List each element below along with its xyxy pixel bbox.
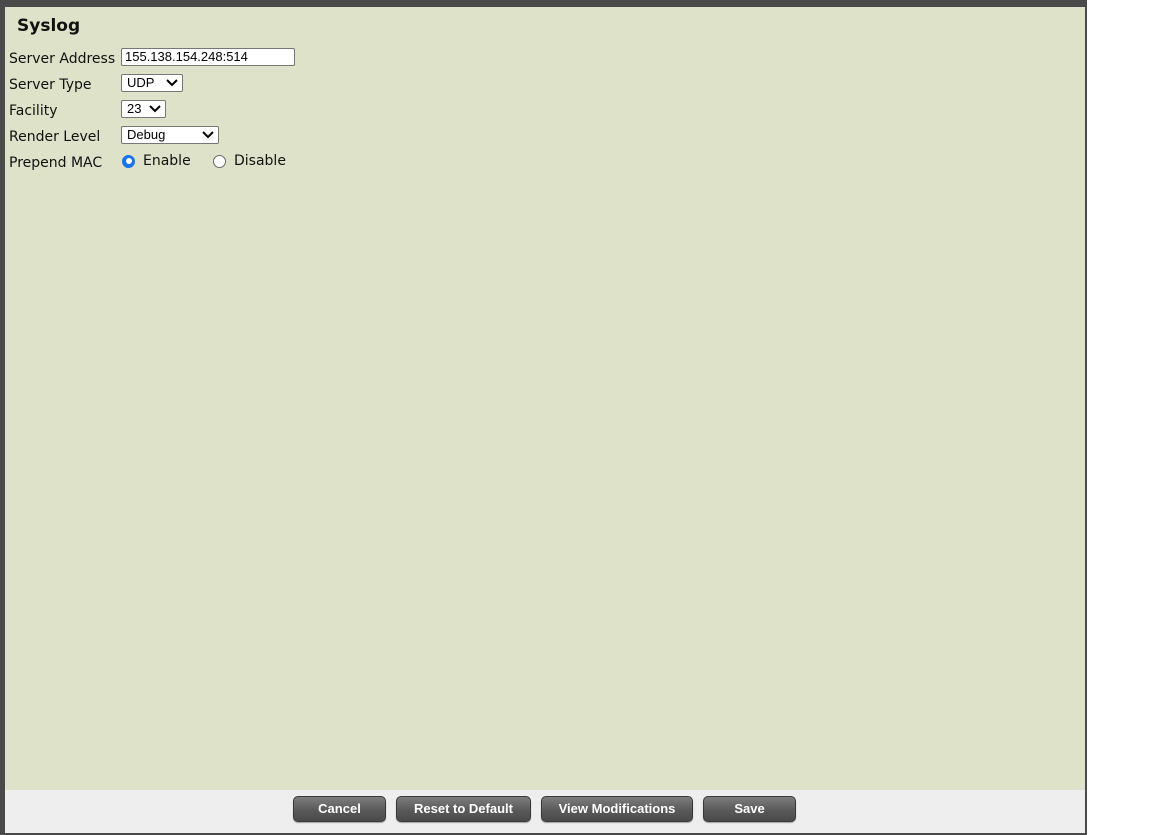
prepend-mac-disable-label: Disable: [234, 153, 286, 169]
window-frame: Syslog Server Address 155.138.154.248:51…: [0, 0, 1087, 835]
chevron-down-icon: [166, 79, 178, 87]
server-address-input[interactable]: 155.138.154.248:514: [121, 48, 295, 66]
chevron-down-icon: [149, 105, 161, 113]
server-type-row: Server Type UDP: [9, 74, 609, 96]
server-address-label: Server Address: [9, 51, 116, 67]
prepend-mac-enable-label: Enable: [143, 153, 191, 169]
render-level-row: Render Level Debug: [9, 126, 609, 148]
cancel-button[interactable]: Cancel: [293, 796, 386, 822]
prepend-mac-disable-radio[interactable]: [213, 154, 226, 168]
prepend-mac-label: Prepend MAC: [9, 155, 103, 171]
facility-row: Facility 23: [9, 100, 609, 122]
prepend-mac-disable-option[interactable]: Disable: [213, 153, 286, 169]
prepend-mac-enable-radio[interactable]: [122, 154, 135, 168]
render-level-select[interactable]: Debug: [121, 126, 219, 144]
facility-select[interactable]: 23: [121, 100, 166, 118]
server-type-select[interactable]: UDP: [121, 74, 183, 92]
server-address-row: Server Address 155.138.154.248:514: [9, 48, 609, 70]
facility-label: Facility: [9, 103, 58, 119]
server-type-label: Server Type: [9, 77, 92, 93]
render-level-label: Render Level: [9, 129, 101, 145]
render-level-value: Debug: [127, 127, 166, 142]
server-type-value: UDP: [127, 75, 155, 90]
prepend-mac-enable-option[interactable]: Enable: [122, 153, 191, 169]
syslog-panel: Syslog Server Address 155.138.154.248:51…: [5, 7, 1085, 790]
page-title: Syslog: [17, 16, 81, 36]
reset-to-default-button[interactable]: Reset to Default: [396, 796, 531, 822]
save-button[interactable]: Save: [703, 796, 796, 822]
action-bar: Cancel Reset to Default View Modificatio…: [5, 790, 1085, 833]
facility-value: 23: [127, 101, 142, 116]
view-modifications-button[interactable]: View Modifications: [541, 796, 693, 822]
prepend-mac-row: Prepend MAC Enable Disable: [9, 152, 609, 174]
chevron-down-icon: [202, 131, 214, 139]
